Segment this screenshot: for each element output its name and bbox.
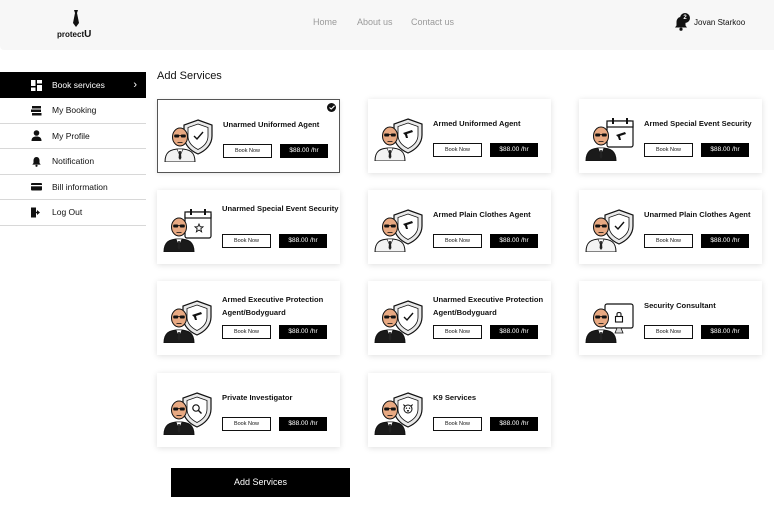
bell-icon — [32, 156, 41, 167]
service-card[interactable]: Security Consultant Book Now $88.00 /hr — [579, 281, 762, 355]
book-now-button[interactable]: Book Now — [433, 234, 482, 248]
price-tag: $88.00 /hr — [701, 234, 749, 248]
service-card[interactable]: Armed Special Event Security Book Now $88.… — [579, 99, 762, 173]
page-title: Add Services — [157, 70, 222, 82]
nav-contact[interactable]: Contact us — [411, 17, 454, 27]
brand-name: protectU — [57, 29, 92, 40]
service-card[interactable]: Armed Uniformed Agent Book Now $88.00 /hr — [368, 99, 551, 173]
user-name[interactable]: Jovan Starkoo — [694, 18, 745, 27]
check-agent-illustration-icon — [585, 208, 635, 253]
gun-agent-illustration-icon — [374, 117, 424, 162]
service-card[interactable]: Unarmed Uniformed Agent Book Now $88.00 /h… — [157, 99, 340, 173]
price-tag: $88.00 /hr — [490, 234, 538, 248]
book-now-button[interactable]: Book Now — [433, 417, 482, 431]
service-card[interactable]: Armed Plain Clothes Agent Book Now $88.00 … — [368, 190, 551, 264]
service-card[interactable]: Armed Executive Protection Agent/Bodygua… — [157, 281, 340, 355]
gun-agent-illustration-icon — [163, 299, 213, 344]
price-tag: $88.00 /hr — [490, 417, 538, 431]
service-card[interactable]: Unarmed Plain Clothes Agent Book Now $88.0… — [579, 190, 762, 264]
service-title: Unarmed Executive Protection Agent/Bodyg… — [433, 295, 544, 317]
book-now-button[interactable]: Book Now — [222, 417, 271, 431]
price-tag: $88.00 /hr — [701, 325, 749, 339]
check-agent-illustration-icon — [374, 299, 424, 344]
logout-icon — [31, 207, 40, 218]
book-now-button[interactable]: Book Now — [222, 325, 271, 339]
sidebar-item-label: My Booking — [52, 105, 97, 116]
notification-count-badge: 2 — [680, 13, 690, 23]
top-header: protectU Home About us Contact us 2 Jova… — [0, 0, 774, 50]
card-icon — [31, 183, 42, 191]
book-now-button[interactable]: Book Now — [433, 143, 482, 157]
service-title: K9 Services — [433, 393, 477, 402]
lock-agent-illustration-icon — [585, 299, 635, 344]
brand-suffix: U — [84, 29, 92, 40]
price-tag: $88.00 /hr — [279, 417, 327, 431]
gun-agent-illustration-icon — [374, 208, 424, 253]
sidebar-item-notification[interactable]: Notification — [0, 149, 146, 175]
nav-home[interactable]: Home — [313, 17, 337, 27]
book-now-button[interactable]: Book Now — [644, 325, 693, 339]
price-tag: $88.00 /hr — [279, 325, 327, 339]
dog-agent-illustration-icon — [374, 391, 424, 436]
price-tag: $88.00 /hr — [701, 143, 749, 157]
add-services-button[interactable]: Add Services — [171, 468, 350, 497]
sidebar-item-label: Log Out — [52, 207, 83, 218]
calendar-gun-agent-illustration-icon — [585, 117, 635, 162]
service-title: Unarmed Uniformed Agent — [223, 120, 320, 129]
sidebar-item-label: Bill information — [52, 181, 108, 192]
book-now-button[interactable]: Book Now — [433, 325, 482, 339]
service-card[interactable]: Private Investigator Book Now $88.00 /hr — [157, 373, 340, 447]
book-now-button[interactable]: Book Now — [223, 144, 272, 158]
price-tag: $88.00 /hr — [279, 234, 327, 248]
service-card[interactable]: Unarmed Special Event Security Book Now $8… — [157, 190, 340, 264]
sidebar-item-bill-information[interactable]: Bill information — [0, 175, 146, 200]
service-title: Unarmed Plain Clothes Agent — [644, 210, 751, 219]
sidebar-item-my-booking[interactable]: My Booking — [0, 98, 146, 124]
chevron-right-icon: › — [133, 79, 137, 91]
sidebar-item-label: Book services — [52, 80, 105, 90]
sidebar-item-log-out[interactable]: Log Out — [0, 200, 146, 226]
service-title: Armed Plain Clothes Agent — [433, 210, 531, 219]
service-card[interactable]: K9 Services Book Now $88.00 /hr — [368, 373, 551, 447]
sidebar-item-label: Notification — [52, 156, 95, 167]
sidebar-item-book-services[interactable]: Book services › — [0, 72, 146, 98]
brand-logo[interactable]: protectU — [56, 8, 100, 42]
check-agent-illustration-icon — [164, 118, 214, 163]
tie-icon — [73, 10, 79, 27]
book-icon — [31, 105, 42, 116]
service-title: Armed Uniformed Agent — [433, 119, 521, 128]
service-title: Armed Executive Protection Agent/Bodygua… — [222, 295, 324, 317]
service-card[interactable]: Unarmed Executive Protection Agent/Bodyg… — [368, 281, 551, 355]
sidebar-item-label: My Profile — [52, 130, 90, 141]
service-title: Security Consultant — [644, 301, 716, 310]
book-now-button[interactable]: Book Now — [644, 143, 693, 157]
service-title: Unarmed Special Event Security — [222, 204, 339, 213]
book-now-button[interactable]: Book Now — [644, 234, 693, 248]
sidebar: Book services › My Booking My Profile No… — [0, 72, 146, 226]
book-now-button[interactable]: Book Now — [222, 234, 271, 248]
search-agent-illustration-icon — [163, 391, 213, 436]
nav-about[interactable]: About us — [357, 17, 393, 27]
calendar-star-agent-illustration-icon — [163, 208, 213, 253]
price-tag: $88.00 /hr — [490, 143, 538, 157]
service-title: Armed Special Event Security — [644, 119, 752, 128]
user-icon — [31, 130, 42, 142]
grid-icon — [31, 79, 42, 91]
service-title: Private Investigator — [222, 393, 293, 402]
price-tag: $88.00 /hr — [280, 144, 328, 158]
price-tag: $88.00 /hr — [490, 325, 538, 339]
sidebar-item-my-profile[interactable]: My Profile — [0, 124, 146, 149]
selected-check-icon — [327, 103, 336, 112]
